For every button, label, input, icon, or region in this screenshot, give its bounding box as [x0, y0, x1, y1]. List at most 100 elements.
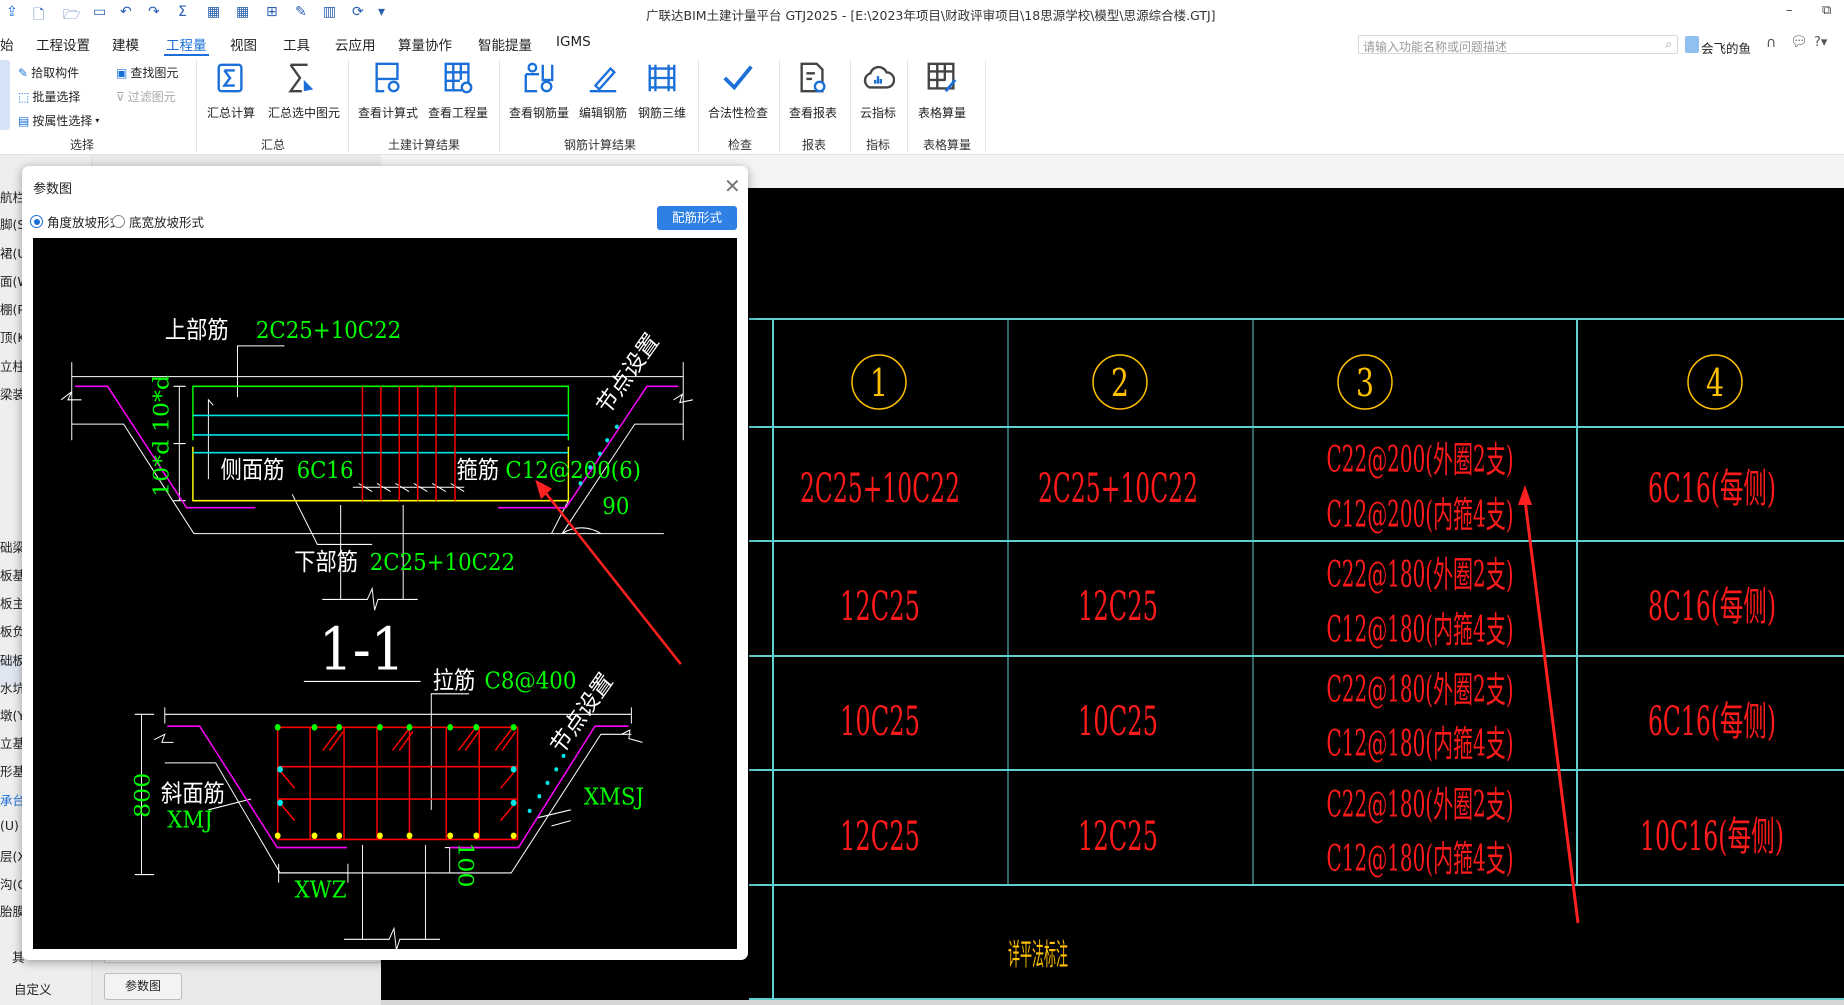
group-label-select: 选择	[69, 138, 95, 152]
menu-tab[interactable]: IGMS	[556, 34, 591, 50]
undo-icon[interactable]: ↶	[120, 4, 138, 22]
save-icon[interactable]: ▭	[93, 4, 111, 22]
batch-select-label: 批量选择	[32, 90, 81, 104]
find-element-button[interactable]: ▣ 查找图元	[116, 64, 178, 81]
sidebar-item[interactable]: 自定义	[14, 979, 52, 998]
ribbon-button-label: 查看计算式	[357, 106, 418, 120]
new-file-icon[interactable]: 🗋︎	[33, 4, 51, 23]
view-quantity-icon	[444, 62, 473, 94]
menu-tab[interactable]: 工具	[283, 34, 310, 54]
rebar-form-button[interactable]: 配筋形式	[657, 206, 737, 230]
restore-button[interactable]: ⧉	[1822, 3, 1831, 18]
bottom-bar-label: 下部筋	[294, 549, 358, 576]
ribbon-button[interactable]: 查看钢筋量	[507, 60, 571, 121]
ribbon-button[interactable]: 云指标	[846, 60, 910, 121]
search-icon[interactable]: ⌕	[1665, 37, 1672, 52]
top-rebar-dot	[447, 724, 454, 731]
select-mode-button[interactable]	[0, 60, 10, 130]
select-by-property-button[interactable]: ▤ 按属性选择 ▾	[18, 112, 99, 129]
menu-tab[interactable]: 算量协作	[398, 34, 452, 54]
pick-component-button[interactable]: ✎ 拾取构件	[18, 64, 79, 81]
ribbon-button[interactable]: 表格算量	[910, 60, 974, 121]
ribbon-button-label: 查看钢筋量	[508, 106, 569, 120]
rebar-spec-text: 10C16(每侧)	[1640, 814, 1784, 860]
headset-icon[interactable]: ∩	[1766, 35, 1776, 51]
more-icon[interactable]: ▾	[378, 4, 396, 22]
param-diagram-button[interactable]: 参数图	[104, 973, 182, 1000]
cad-table-drawing: 1 2 3 4 2C25+10C22 2C25+10C22 C22@200(外圈2支) C12…	[749, 318, 1844, 1000]
ribbon-button[interactable]: 查看报表	[781, 60, 845, 121]
app-logo-icon[interactable]: ⇪	[6, 4, 24, 22]
rebar-3d-icon	[648, 64, 676, 92]
minimize-button[interactable]: –	[1786, 3, 1793, 18]
rebar-spec-text: C12@180(内箍4支)	[1327, 610, 1514, 651]
top-rebar-dot	[311, 724, 318, 731]
sync-icon[interactable]: ⟳	[352, 4, 370, 22]
ribbon-button[interactable]: 查看工程量	[426, 60, 490, 121]
sidebar-item[interactable]: (U)	[0, 818, 19, 833]
help-icon[interactable]: ?▾	[1814, 35, 1827, 50]
bottom-rebar-dot	[510, 832, 517, 839]
radio-angle-slope[interactable]: 角度放坡形式	[30, 212, 122, 231]
xmj-label: XMJ	[167, 807, 213, 834]
view-rebar-icon[interactable]: ⊞	[266, 4, 284, 22]
ribbon-button-label: 汇总选中图元	[268, 106, 341, 120]
rebar-spec-text: C12@180(内箍4支)	[1327, 839, 1514, 880]
menu-tab[interactable]: 云应用	[335, 34, 376, 54]
ribbon-button[interactable]: 汇总计算	[199, 60, 263, 121]
menu-tab[interactable]: 工程设置	[36, 34, 90, 54]
view-formula-icon[interactable]: ▦	[207, 4, 225, 22]
property-select-icon: ▤	[18, 113, 30, 128]
radio-checked-icon[interactable]	[30, 215, 43, 228]
annotation-arrow	[1523, 499, 1580, 924]
ribbon-button[interactable]: 查看计算式	[356, 60, 420, 121]
ribbon-button[interactable]: 汇总选中图元	[268, 60, 341, 121]
rebar-spec-text: 12C25	[840, 814, 920, 860]
report-icon	[800, 62, 826, 93]
rebar-spec-text: C22@200(外圈2支)	[1327, 440, 1514, 481]
ribbon-group-label: 表格算量	[922, 138, 972, 152]
sigma-select-icon	[288, 63, 314, 93]
function-search-input[interactable]: 请输入功能名称或问题描述 ⌕	[1358, 35, 1678, 54]
user-name[interactable]: 会飞的鱼	[1701, 38, 1751, 57]
menu-tab[interactable]: 工程量	[164, 34, 208, 57]
param-diagram-canvas: 上部筋 2C25+10C22 侧面筋 6C16 箍筋 C12@200(6) 90…	[33, 238, 737, 951]
rebar-spec-text: 8C16(每侧)	[1648, 584, 1776, 630]
redo-icon[interactable]: ↷	[148, 4, 166, 22]
menu-tab[interactable]: 智能提量	[478, 34, 532, 54]
rebar-spec-text: C22@180(外圈2支)	[1327, 670, 1514, 711]
edit-rebar-icon[interactable]: ✎	[295, 4, 313, 22]
menu-tab[interactable]: 视图	[230, 34, 257, 54]
foundation-beam-section-diagram: 上部筋 2C25+10C22 侧面筋 6C16 箍筋 C12@200(6) 90…	[60, 317, 693, 951]
radio-unchecked-icon[interactable]	[112, 215, 125, 228]
rebar-3d-icon[interactable]: ▥	[323, 4, 341, 22]
title-bar: ⇪ 🗋︎ 🗁︎ ▭ ↶ ↷ Σ ▦ ▦ ⊞ ✎ ▥ ⟳ ▾ 广联达BIM土建计量平台 GTJ2025 - …	[0, 0, 1844, 26]
property-select-label: 按属性选择	[32, 114, 93, 128]
ribbon-button[interactable]: 合法性检查	[706, 60, 770, 121]
chat-icon[interactable]: 💬︎	[1790, 34, 1808, 50]
view-quantity-icon[interactable]: ▦	[236, 4, 254, 22]
menu-tab[interactable]: 始	[0, 34, 14, 54]
bottom-rebar-dot	[336, 832, 343, 839]
radio-width-slope[interactable]: 底宽放坡形式	[112, 212, 204, 231]
ribbon-group-label: 汇总	[260, 138, 286, 152]
angle-value: 90	[602, 493, 629, 520]
ribbon-button-label: 查看工程量	[427, 106, 488, 120]
ribbon-button[interactable]: 钢筋三维	[630, 60, 694, 121]
top-rebar-dot	[473, 724, 480, 731]
sum-icon[interactable]: Σ	[178, 4, 196, 22]
batch-select-button[interactable]: ⬚ 批量选择	[18, 88, 80, 105]
close-icon[interactable]: ✕	[724, 174, 741, 198]
slope-bar-label: 斜面筋	[161, 781, 225, 808]
rebar-spec-text: 12C25	[1078, 584, 1158, 630]
menu-tab[interactable]: 建模	[112, 34, 139, 54]
side-bar-label: 侧面筋	[221, 457, 285, 484]
filter-element-button[interactable]: ⊽ 过滤图元	[116, 88, 176, 105]
search-placeholder: 请输入功能名称或问题描述	[1363, 40, 1508, 54]
ribbon-group-label: 土建计算结果	[387, 138, 461, 152]
ribbon-button[interactable]: 编辑钢筋	[571, 60, 635, 121]
top-bar-label: 上部筋	[165, 317, 229, 344]
bottom-rebar-dot	[274, 832, 281, 839]
open-folder-icon[interactable]: 🗁︎	[63, 4, 81, 23]
user-avatar[interactable]	[1685, 36, 1699, 53]
